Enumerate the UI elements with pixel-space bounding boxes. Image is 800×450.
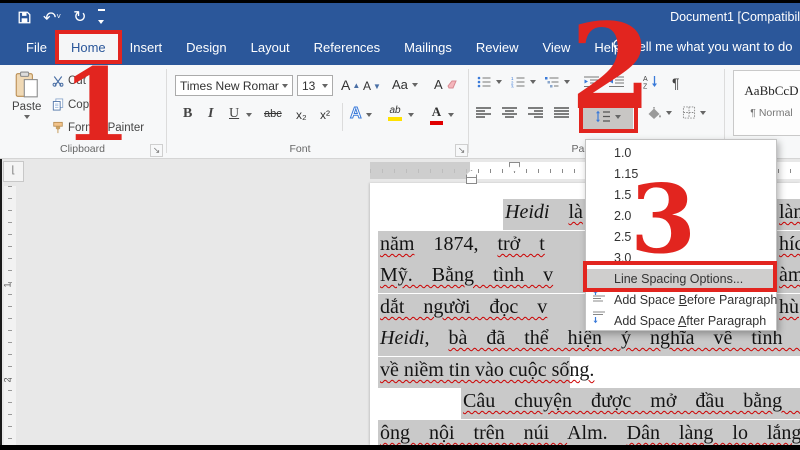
annotation-box-line-spacing-options xyxy=(583,261,777,292)
multilevel-list-button[interactable] xyxy=(545,76,570,88)
title-bar: ↶˅ ↻ Document1 [Compatibil xyxy=(0,3,800,30)
font-color-label: A xyxy=(432,104,441,120)
annotation-box-line-spacing-button xyxy=(579,100,638,133)
align-left-button[interactable] xyxy=(476,107,491,118)
save-icon[interactable] xyxy=(18,11,31,24)
align-right-icon xyxy=(528,107,543,118)
style-preview: AaBbCcD xyxy=(734,83,800,99)
align-center-button[interactable] xyxy=(502,107,517,118)
tab-mailings[interactable]: Mailings xyxy=(392,31,464,64)
tab-selector[interactable]: ⌊ xyxy=(3,161,24,182)
font-size-value: 13 xyxy=(302,79,315,93)
align-center-icon xyxy=(502,107,517,118)
shrink-font-button[interactable]: A▼ xyxy=(363,79,381,93)
numbering-dropdown-icon[interactable] xyxy=(530,80,536,84)
annotation-step-1: 1 xyxy=(62,55,132,155)
menu-item-add-space-before[interactable]: Add Space Before Paragraph xyxy=(586,290,776,311)
tab-review[interactable]: Review xyxy=(464,31,531,64)
font-color-button[interactable]: A xyxy=(430,104,443,125)
eraser-icon xyxy=(447,80,457,89)
borders-dropdown-icon[interactable] xyxy=(700,111,706,115)
text-effects-dropdown-icon[interactable] xyxy=(366,113,372,117)
font-group-label: Font xyxy=(250,143,350,155)
svg-text:3: 3 xyxy=(511,85,514,89)
superscript-button[interactable]: x² xyxy=(320,108,330,122)
highlight-color-bar xyxy=(388,117,402,121)
multilevel-list-icon xyxy=(545,76,560,88)
italic-button[interactable]: I xyxy=(208,106,213,122)
annotation-step-3: 3 xyxy=(630,172,696,267)
bullets-button[interactable] xyxy=(477,76,502,88)
menu-item-add-space-after[interactable]: Add Space After Paragraph xyxy=(586,311,776,332)
undo-icon[interactable]: ↶˅ xyxy=(43,10,61,26)
justify-button[interactable] xyxy=(554,107,569,118)
bullets-icon xyxy=(477,76,492,88)
text-effects-button[interactable]: A xyxy=(350,105,362,123)
clear-formatting-button[interactable]: A xyxy=(434,77,457,92)
font-color-dropdown-icon[interactable] xyxy=(448,113,454,117)
font-color-bar xyxy=(430,121,443,125)
word-window: ↶˅ ↻ Document1 [Compatibil FileHomeInser… xyxy=(0,0,800,450)
bold-button[interactable]: B xyxy=(183,106,192,122)
left-indent-marker[interactable] xyxy=(466,177,477,184)
change-case-label: Aa xyxy=(392,77,408,92)
shading-dropdown-icon[interactable] xyxy=(666,111,672,115)
style-name: ¶ Normal xyxy=(734,107,800,119)
menu-item-1.0[interactable]: 1.0 xyxy=(586,143,776,164)
vruler-label-2: 2 xyxy=(3,377,13,382)
numbering-button[interactable]: 123 xyxy=(511,76,536,88)
tab-references[interactable]: References xyxy=(302,31,392,64)
justify-icon xyxy=(554,107,569,118)
clear-formatting-label: A xyxy=(434,77,443,92)
redo-icon[interactable]: ↻ xyxy=(73,11,86,25)
subscript-button[interactable]: x₂ xyxy=(296,108,307,122)
tab-layout[interactable]: Layout xyxy=(239,31,302,64)
align-left-icon xyxy=(476,107,491,118)
highlight-dropdown-icon[interactable] xyxy=(408,113,414,117)
tab-file[interactable]: File xyxy=(14,31,59,64)
align-right-button[interactable] xyxy=(528,107,543,118)
underline-dropdown-icon[interactable] xyxy=(246,113,252,117)
font-family-value: Times New Romar xyxy=(180,79,279,93)
quick-access-toolbar: ↶˅ ↻ xyxy=(18,9,105,26)
paste-dropdown-icon[interactable] xyxy=(24,115,30,119)
underline-button[interactable]: U xyxy=(229,106,239,122)
highlight-label: ab xyxy=(389,105,400,116)
customize-quick-access-icon[interactable] xyxy=(98,9,105,26)
bullets-dropdown-icon[interactable] xyxy=(496,80,502,84)
change-case-button[interactable]: Aa xyxy=(392,77,418,92)
font-family-dropdown-icon[interactable] xyxy=(282,84,288,88)
document-title: Document1 [Compatibil xyxy=(670,10,800,24)
strikethrough-button[interactable]: abc xyxy=(264,108,282,120)
add-space-after-icon xyxy=(592,311,608,325)
add-space-before-icon xyxy=(592,290,608,304)
paste-label: Paste xyxy=(12,101,41,113)
grow-font-button[interactable]: A▲ xyxy=(341,77,360,93)
vruler-label-1: 1 xyxy=(3,282,13,287)
borders-button[interactable] xyxy=(682,106,706,119)
tab-design[interactable]: Design xyxy=(174,31,238,64)
numbering-icon: 123 xyxy=(511,76,526,88)
clipboard-dialog-launcher-icon[interactable]: ↘ xyxy=(150,144,163,157)
vertical-ruler[interactable] xyxy=(4,186,16,445)
paste-clipboard-icon xyxy=(15,71,39,99)
font-family-box[interactable]: Times New Romar xyxy=(175,75,293,96)
borders-icon xyxy=(682,106,696,119)
paste-button[interactable]: Paste xyxy=(12,71,41,119)
font-size-dropdown-icon[interactable] xyxy=(322,84,328,88)
font-dialog-launcher-icon[interactable]: ↘ xyxy=(455,144,468,157)
text-highlight-button[interactable]: ab xyxy=(388,105,402,121)
font-size-box[interactable]: 13 xyxy=(297,75,333,96)
show-hide-pilcrow-button[interactable]: ¶ xyxy=(672,75,680,91)
style-normal-button[interactable]: AaBbCcD ¶ Normal xyxy=(733,70,800,136)
tell-me-label: Tell me what you want to do xyxy=(632,39,792,54)
